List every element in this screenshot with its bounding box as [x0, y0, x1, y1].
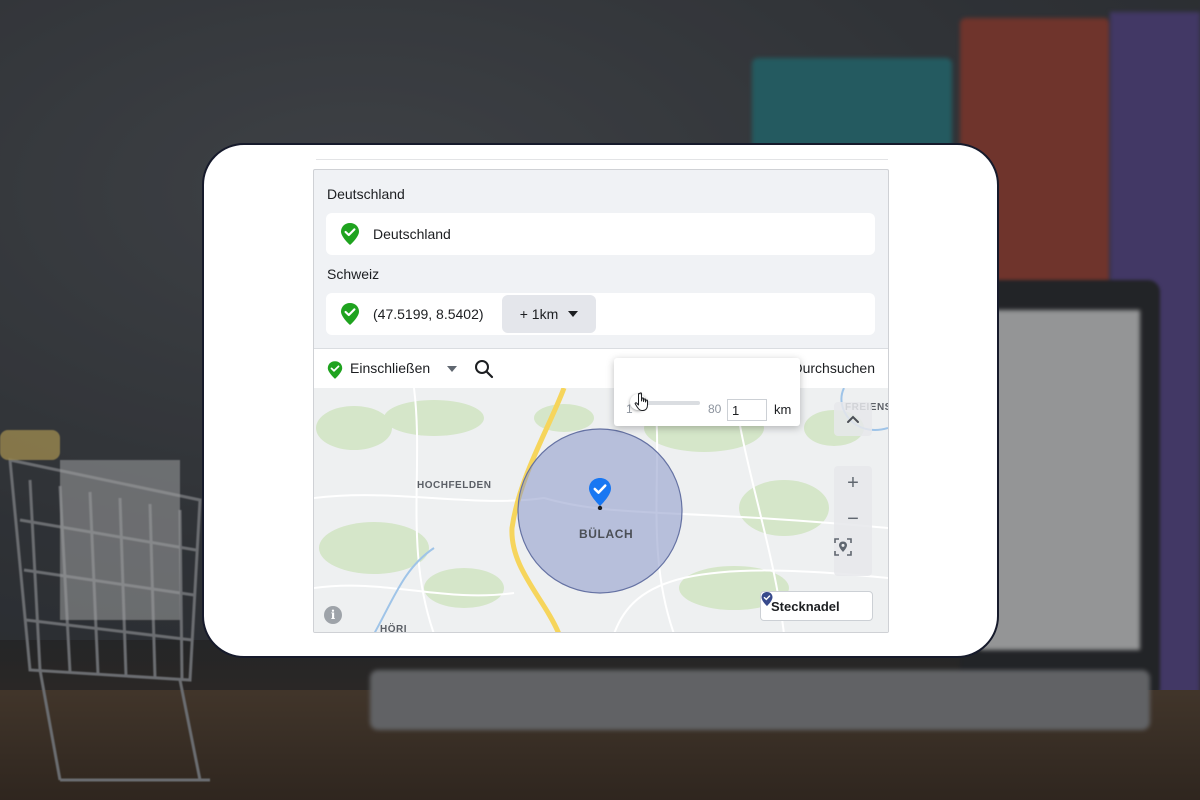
location-targeting-panel: Deutschland Deutschland Schweiz (47.5199…: [313, 169, 889, 633]
location-check-icon: [341, 223, 359, 245]
info-icon[interactable]: i: [324, 606, 342, 624]
radius-label: + 1km: [519, 306, 559, 322]
locate-button[interactable]: [834, 538, 872, 572]
radius-dropdown-button[interactable]: + 1km: [502, 295, 596, 333]
zoom-controls: + −: [834, 466, 872, 576]
divider: [316, 159, 888, 160]
location-row[interactable]: Deutschland: [326, 213, 875, 255]
browse-link[interactable]: Durchsuchen: [793, 360, 876, 376]
country-group-label: Deutschland: [327, 186, 405, 202]
country-group-label: Schweiz: [327, 266, 380, 282]
screenshot-card: Deutschland Deutschland Schweiz (47.5199…: [202, 143, 999, 658]
location-toolbar: Einschließen Durchsuchen: [314, 348, 888, 388]
radius-popover: 1 80 km: [614, 358, 800, 426]
zoom-out-button[interactable]: −: [834, 502, 872, 536]
slider-max-label: 80: [708, 402, 722, 416]
include-dropdown[interactable]: Einschließen: [350, 360, 430, 376]
chevron-down-icon[interactable]: [447, 366, 457, 372]
compass-button[interactable]: [834, 402, 872, 436]
map-pin-icon: [761, 592, 773, 606]
location-row[interactable]: (47.5199, 8.5402) + 1km: [326, 293, 875, 335]
radius-unit-label: km: [774, 402, 792, 417]
chevron-up-icon: [847, 415, 859, 423]
map-place-label: HOCHFELDEN: [417, 480, 492, 491]
map-city-label: BÜLACH: [579, 527, 634, 541]
hand-pointer-icon: [634, 392, 648, 411]
locate-icon: [834, 538, 852, 556]
location-check-icon: [327, 361, 343, 379]
map-pin-icon[interactable]: [588, 478, 612, 510]
radius-value-input[interactable]: [727, 399, 767, 421]
search-icon[interactable]: [474, 359, 494, 379]
location-coordinates: (47.5199, 8.5402): [373, 306, 484, 322]
chevron-down-icon: [568, 311, 579, 317]
drop-pin-label: Stecknadel: [771, 598, 840, 614]
map-place-label: HÖRI: [380, 624, 407, 633]
zoom-in-button[interactable]: +: [834, 466, 872, 500]
map-view[interactable]: HOCHFELDEN FREIENS HÖRI BÜLACH + −: [314, 388, 888, 633]
drop-pin-button[interactable]: Stecknadel: [760, 591, 873, 621]
location-name: Deutschland: [373, 226, 451, 242]
location-check-icon: [341, 303, 359, 325]
